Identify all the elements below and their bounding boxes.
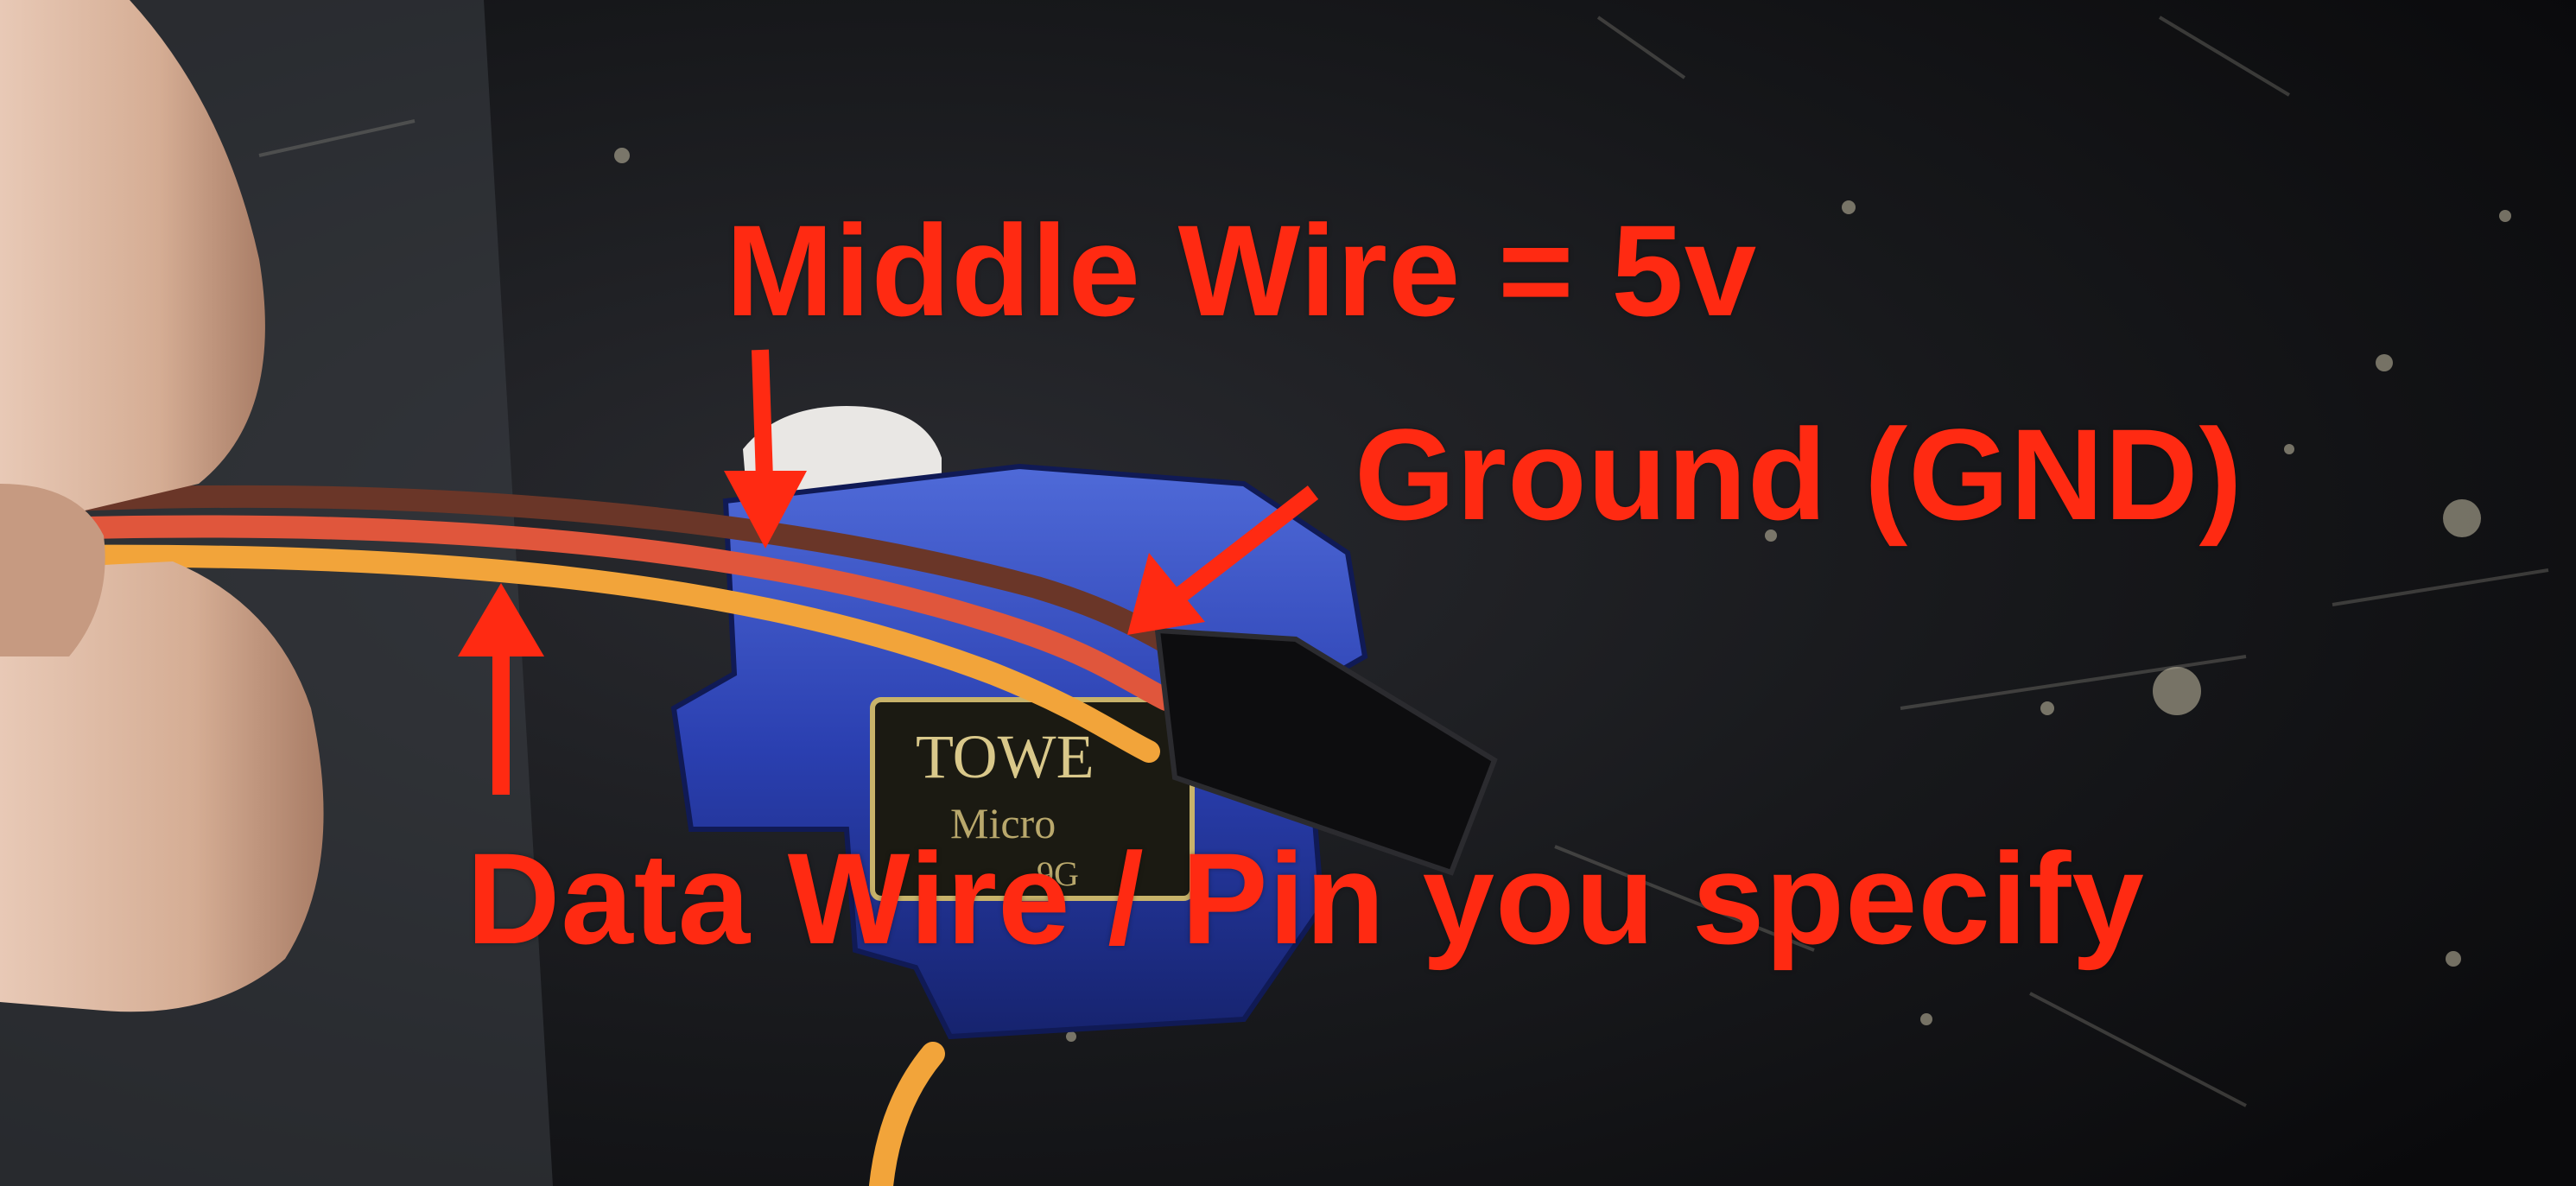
middle-wire-label: Middle Wire = 5v — [726, 198, 1758, 343]
data-wire-label: Data Wire / Pin you specify — [466, 826, 2145, 971]
ground-label: Ground (GND) — [1355, 402, 2243, 547]
servo-label-brand: TOWE — [916, 722, 1094, 791]
photo-scene: TOWE Micro 9G — [0, 0, 2576, 1186]
